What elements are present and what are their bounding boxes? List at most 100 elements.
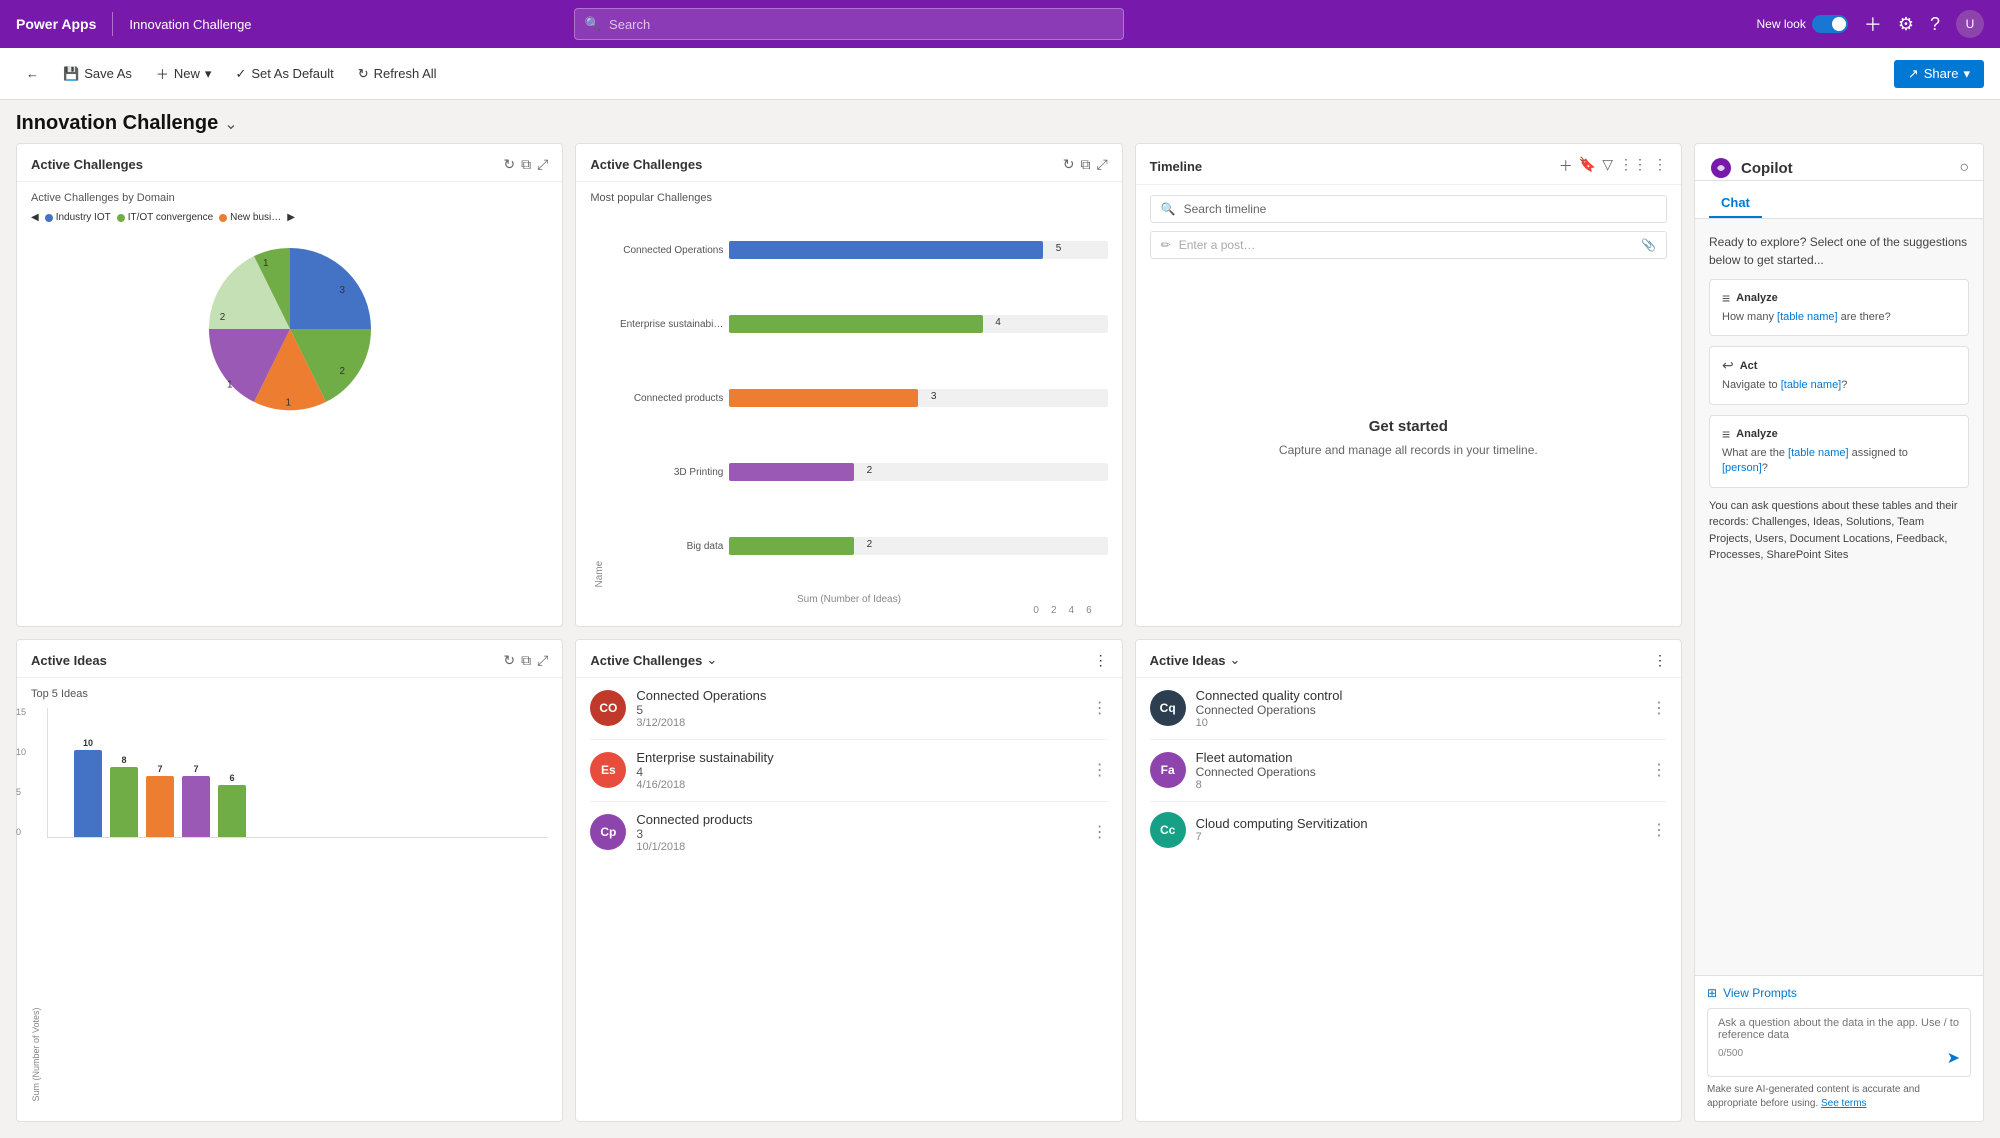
chevron-down-icon: ▾ (205, 66, 212, 82)
copilot-suggestion-2[interactable]: ≡ Analyze What are the [table name] assi… (1709, 415, 1969, 488)
challenge-item-count-2: 3 (636, 827, 1081, 841)
idea-avatar-1: Fa (1150, 752, 1186, 788)
copilot-input-area: 0/500 ➤ (1707, 1008, 1971, 1077)
copilot-suggestion-2-type: Analyze (1736, 428, 1778, 440)
timeline-post-input[interactable]: ✏ Enter a post… 📎 (1150, 231, 1667, 259)
share-button[interactable]: ↗ Share ▾ (1894, 60, 1984, 88)
ideas-refresh-icon[interactable]: ↻ (503, 652, 515, 669)
ideas-bar-0 (74, 750, 102, 837)
global-search[interactable]: 🔍 (574, 8, 1124, 40)
timeline-filter-icon[interactable]: ▽ (1602, 156, 1613, 176)
copilot-tabs-bar: Chat (1695, 181, 1983, 219)
ideas-bar-val-0: 10 (83, 738, 93, 748)
copilot-suggestion-1-header: ↩ Act (1722, 357, 1956, 374)
bar-row-1: Enterprise sustainabi… 4 (613, 315, 1107, 333)
ideas-y-ticks: 051015 (17, 707, 26, 837)
attach-icon[interactable]: 📎 (1641, 238, 1656, 252)
idea-item-count-0: 10 (1196, 717, 1641, 729)
prev-legend-icon[interactable]: ◀ (31, 212, 39, 223)
ideas-list-more-icon[interactable]: ⋮ (1653, 652, 1667, 669)
challenge-avatar-1: Es (590, 752, 626, 788)
bar-label-3: 3D Printing (613, 467, 723, 478)
bar-expand-icon[interactable]: ⤢ (1096, 156, 1107, 173)
svg-text:1: 1 (227, 380, 233, 391)
page-title-chevron-icon[interactable]: ⌄ (224, 114, 237, 134)
nav-right-actions: New look ＋ ⚙ ? U (1756, 10, 1984, 38)
timeline-card-header: Timeline ＋ 🔖 ▽ ⋮⋮ ⋮ (1136, 144, 1681, 185)
challenges-list-title-dropdown[interactable]: Active Challenges ⌄ (590, 652, 717, 668)
challenge-item-date-0: 3/12/2018 (636, 717, 1081, 729)
timeline-add-icon[interactable]: ＋ (1559, 156, 1573, 176)
see-terms-link[interactable]: See terms (1821, 1098, 1867, 1109)
copilot-suggestion-1[interactable]: ↩ Act Navigate to [table name]? (1709, 346, 1969, 404)
timeline-search-label: Search timeline (1184, 202, 1267, 216)
challenge-item-menu-2[interactable]: ⋮ (1092, 822, 1108, 842)
bar-label-4: Big data (613, 541, 723, 552)
timeline-empty-state: Get started Capture and manage all recor… (1150, 259, 1667, 616)
idea-avatar-2: Cc (1150, 812, 1186, 848)
challenge-avatar-0: CO (590, 690, 626, 726)
bar-val-0: 5 (1056, 243, 1062, 254)
pie-chart-container: 3 2 1 1 2 1 (31, 229, 548, 429)
copilot-title-row: Copilot (1709, 156, 1793, 180)
ideas-copy-icon[interactable]: ⧉ (521, 652, 531, 669)
ideas-list-title-dropdown[interactable]: Active Ideas ⌄ (1150, 652, 1241, 668)
idea-item-menu-2[interactable]: ⋮ (1651, 820, 1667, 840)
next-legend-icon[interactable]: ▶ (287, 212, 295, 223)
ideas-list-header: Active Ideas ⌄ ⋮ (1136, 640, 1681, 678)
challenge-item-name-2: Connected products (636, 812, 1081, 827)
timeline-bookmark-icon[interactable]: 🔖 (1579, 156, 1596, 176)
reply-icon-1: ↩ (1722, 357, 1734, 374)
challenge-list-item-2: Cp Connected products 3 10/1/2018 ⋮ (590, 802, 1107, 863)
toolbar: ← 💾 Save As ＋ New ▾ ✓ Set As Default ↻ R… (0, 48, 2000, 100)
challenge-item-date-2: 10/1/2018 (636, 841, 1081, 853)
timeline-columns-icon[interactable]: ⋮⋮ (1619, 156, 1647, 176)
bar-track-2: 3 (729, 389, 1107, 407)
idea-item-menu-0[interactable]: ⋮ (1651, 698, 1667, 718)
copilot-char-count: 0/500 (1718, 1048, 1743, 1068)
copilot-tab-chat[interactable]: Chat (1709, 189, 1762, 218)
challenge-item-name-1: Enterprise sustainability (636, 750, 1081, 765)
idea-item-menu-1[interactable]: ⋮ (1651, 760, 1667, 780)
set-as-default-button[interactable]: ✓ Set As Default (225, 60, 343, 88)
challenge-item-count-1: 4 (636, 765, 1081, 779)
challenges-list-more-icon[interactable]: ⋮ (1094, 652, 1108, 669)
idea-item-subtitle-0: Connected Operations (1196, 703, 1641, 717)
ideas-expand-icon[interactable]: ⤢ (537, 652, 548, 669)
copilot-close-icon[interactable]: ○ (1959, 159, 1969, 177)
copilot-suggestion-0[interactable]: ≡ Analyze How many [table name] are ther… (1709, 279, 1969, 336)
ideas-chart-container: Sum (Number of Votes) 051015 10 (31, 708, 548, 1102)
bar-label-2: Connected products (613, 393, 723, 404)
copilot-chat-input[interactable] (1718, 1017, 1960, 1041)
profile-icon[interactable]: U (1956, 10, 1984, 38)
timeline-empty-title: Get started (1369, 418, 1448, 435)
help-icon[interactable]: ? (1930, 14, 1940, 35)
search-input[interactable] (609, 17, 1113, 32)
expand-card-icon[interactable]: ⤢ (537, 156, 548, 173)
save-as-button[interactable]: 💾 Save As (53, 60, 142, 88)
settings-icon[interactable]: ⚙ (1898, 14, 1914, 35)
view-prompts-button[interactable]: ⊞ View Prompts (1707, 986, 1797, 1000)
timeline-more-icon[interactable]: ⋮ (1653, 156, 1667, 176)
add-icon[interactable]: ＋ (1864, 11, 1882, 37)
refresh-all-button[interactable]: ↻ Refresh All (348, 60, 447, 88)
copilot-suggestion-2-header: ≡ Analyze (1722, 426, 1956, 442)
copilot-logo-icon (1709, 156, 1733, 180)
bar-refresh-icon[interactable]: ↻ (1063, 156, 1075, 173)
new-button[interactable]: ＋ New ▾ (146, 58, 222, 89)
copilot-suggestion-0-header: ≡ Analyze (1722, 290, 1956, 306)
copilot-send-button[interactable]: ➤ (1947, 1048, 1960, 1068)
challenge-item-menu-0[interactable]: ⋮ (1092, 698, 1108, 718)
timeline-search-input[interactable]: 🔍 Search timeline (1150, 195, 1667, 223)
new-look-toggle[interactable]: New look (1756, 15, 1847, 33)
bar-copy-icon[interactable]: ⧉ (1080, 156, 1090, 173)
bar-fill-1: 4 (729, 315, 982, 333)
challenge-item-menu-1[interactable]: ⋮ (1092, 760, 1108, 780)
new-look-switch[interactable] (1812, 15, 1848, 33)
back-button[interactable]: ← (16, 60, 49, 87)
copy-card-icon[interactable]: ⧉ (521, 156, 531, 173)
refresh-card-icon[interactable]: ↻ (503, 156, 515, 173)
bar-label-0: Connected Operations (613, 245, 723, 256)
idea-list-item-1: Fa Fleet automation Connected Operations… (1150, 740, 1667, 802)
nav-divider (112, 12, 113, 36)
